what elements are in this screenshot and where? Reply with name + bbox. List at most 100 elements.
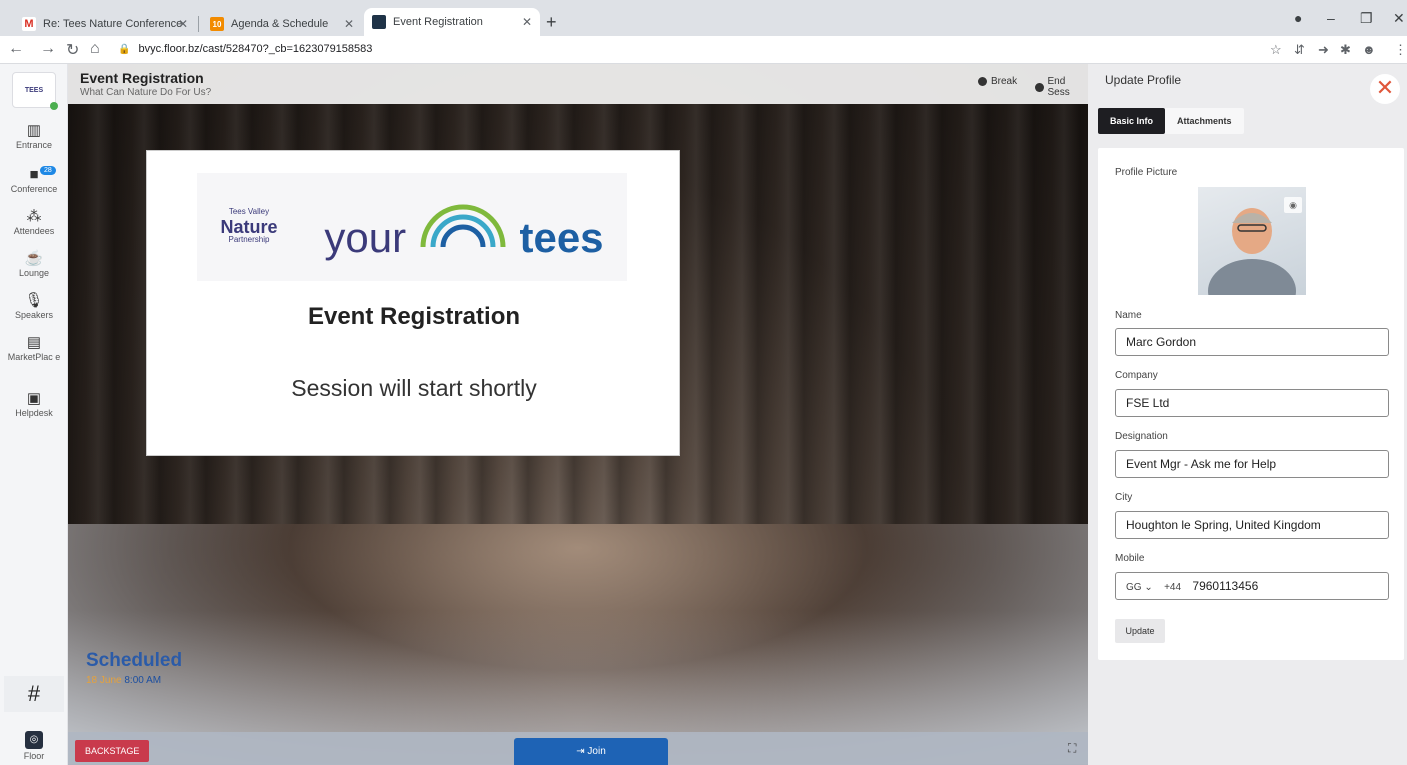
tab-title: Re: Tees Nature Conference - ma bbox=[43, 18, 183, 30]
sidebar-item-attendees[interactable]: ⁂ Attendees bbox=[0, 208, 68, 236]
close-panel-icon[interactable]: ✕ bbox=[1370, 74, 1400, 104]
backstage-button[interactable]: BACKSTAGE bbox=[75, 740, 150, 762]
panel-title: Update Profile bbox=[1105, 73, 1182, 87]
logo-small-text: Tees Valley bbox=[228, 207, 270, 216]
stage-header: Event Registration What Can Nature Do Fo… bbox=[68, 64, 1088, 104]
profile-avatar-icon[interactable]: ☻ bbox=[1362, 42, 1376, 57]
profile-picture[interactable]: ◉ bbox=[1198, 187, 1306, 295]
puzzle-icon[interactable]: ✱ bbox=[1340, 42, 1351, 58]
channels-hash-button[interactable]: # bbox=[4, 676, 64, 712]
fullscreen-icon[interactable]: ⛶ bbox=[1068, 741, 1076, 756]
menu-dots-icon[interactable]: ⋮ bbox=[1394, 42, 1407, 58]
your-tees-logo: your tees bbox=[324, 192, 604, 262]
session-subtitle: What Can Nature Do For Us? bbox=[80, 87, 212, 98]
mobile-number: 7960113456 bbox=[1192, 579, 1259, 593]
designation-label: Designation bbox=[1115, 431, 1168, 442]
stage-footer: BACKSTAGE ⇥ Join ⛶ bbox=[68, 732, 1088, 765]
app-sidebar: TEES ▥ Entrance ■ Conference 28 ⁂ Attend… bbox=[0, 64, 68, 765]
update-button[interactable]: Update bbox=[1115, 619, 1165, 643]
close-tab-icon[interactable]: ✕ bbox=[522, 15, 532, 29]
tab-attachments[interactable]: Attachments bbox=[1165, 108, 1244, 134]
store-icon: ▤ bbox=[26, 334, 42, 351]
name-field[interactable]: Marc Gordon bbox=[1115, 328, 1389, 356]
tab-event-registration[interactable]: Event Registration ✕ bbox=[364, 8, 540, 36]
join-button[interactable]: ⇥ Join bbox=[514, 738, 668, 765]
online-status-dot bbox=[50, 102, 58, 110]
people-icon: ⁂ bbox=[26, 208, 42, 225]
sidebar-item-entrance[interactable]: ▥ Entrance bbox=[0, 122, 68, 150]
close-tab-icon[interactable]: ✕ bbox=[344, 17, 354, 31]
browser-tab-bar: M Re: Tees Nature Conference - ma ✕ 10 A… bbox=[0, 0, 1407, 36]
sidebar-item-lounge[interactable]: ☕ Lounge bbox=[0, 250, 68, 278]
basic-info-form: Profile Picture ◉ Name Marc Gordon Compa… bbox=[1098, 148, 1404, 660]
bookmark-star-icon[interactable]: ☆ bbox=[1270, 42, 1282, 58]
sidebar-item-speakers[interactable]: 🎙 Speakers bbox=[0, 292, 68, 320]
back-icon[interactable]: ← bbox=[8, 40, 24, 58]
session-status: Scheduled bbox=[86, 650, 183, 671]
sidebar-item-label: Helpdesk bbox=[15, 408, 53, 418]
logo-sub-text: Partnership bbox=[228, 235, 270, 244]
gmail-icon: M bbox=[22, 17, 36, 31]
dial-code: +44 bbox=[1164, 582, 1182, 593]
name-label: Name bbox=[1115, 310, 1142, 321]
logo-tees-text: tees bbox=[519, 214, 604, 261]
mobile-field[interactable]: GG ⌄ +44 7960113456 bbox=[1115, 572, 1389, 600]
lounge-icon: ☕ bbox=[24, 250, 44, 267]
sidebar-item-label: Entrance bbox=[15, 140, 53, 150]
url-text: bvyc.floor.bz/cast/528470?_cb=1623079158… bbox=[138, 43, 373, 55]
tab-separator bbox=[198, 16, 199, 32]
minimize-icon[interactable]: – bbox=[1327, 10, 1335, 26]
designation-field[interactable]: Event Mgr - Ask me for Help bbox=[1115, 450, 1389, 478]
conference-count-badge: 28 bbox=[40, 166, 56, 175]
close-window-icon[interactable]: ✕ bbox=[1393, 10, 1405, 27]
country-code-select[interactable]: GG ⌄ bbox=[1126, 582, 1153, 593]
url-field[interactable]: 🔒 bvyc.floor.bz/cast/528470?_cb=16230791… bbox=[118, 43, 372, 55]
mobile-label: Mobile bbox=[1115, 553, 1145, 564]
extension-icon[interactable]: ⇵ bbox=[1294, 42, 1305, 58]
tab-basic-info[interactable]: Basic Info bbox=[1098, 108, 1166, 134]
chevron-down-icon: ⌄ bbox=[1144, 582, 1153, 593]
account-icon[interactable]: ● bbox=[1294, 10, 1302, 26]
sidebar-item-conference[interactable]: ■ Conference bbox=[0, 166, 68, 194]
session-title: Event Registration bbox=[80, 70, 204, 86]
camera-icon[interactable]: ◉ bbox=[1284, 197, 1302, 213]
break-button[interactable]: Break bbox=[978, 76, 1017, 87]
enter-icon: ⇥ bbox=[576, 746, 585, 757]
video-icon: ■ bbox=[29, 166, 39, 183]
screen-title: Event Registration bbox=[307, 303, 521, 330]
floor-label: Floor bbox=[23, 751, 45, 761]
end-session-label: End Sess bbox=[1047, 76, 1070, 98]
floor-button[interactable]: ◎ Floor bbox=[0, 731, 68, 761]
tab-title: Agenda & Schedule bbox=[231, 18, 329, 30]
country-code: GG bbox=[1126, 582, 1142, 593]
home-icon[interactable]: ⌂ bbox=[90, 40, 100, 58]
break-label: Break bbox=[991, 76, 1018, 87]
audience-image bbox=[68, 524, 1088, 764]
logo-your-text: your bbox=[324, 214, 407, 261]
sidebar-item-helpdesk[interactable]: ▣ Helpdesk bbox=[0, 390, 68, 418]
share-arrow-icon[interactable]: ➜ bbox=[1318, 42, 1329, 58]
city-field[interactable]: Houghton le Spring, United Kingdom bbox=[1115, 511, 1389, 539]
new-tab-button[interactable]: + bbox=[546, 12, 557, 33]
sidebar-item-label: Attendees bbox=[13, 226, 55, 236]
company-field[interactable]: FSE Ltd bbox=[1115, 389, 1389, 417]
sidebar-item-label: MarketPlac e bbox=[7, 352, 61, 362]
end-session-button[interactable]: End Sess bbox=[1035, 76, 1088, 98]
forward-icon[interactable]: → bbox=[40, 40, 56, 58]
city-label: City bbox=[1115, 492, 1133, 503]
lock-icon: 🔒 bbox=[118, 43, 131, 55]
session-date: 18 June bbox=[86, 675, 122, 686]
logo-main-text: Nature bbox=[220, 217, 278, 237]
floor-logo-icon: ◎ bbox=[25, 731, 43, 749]
sidebar-item-label: Speakers bbox=[14, 310, 54, 320]
restore-icon[interactable]: ❐ bbox=[1360, 10, 1373, 27]
event-logo[interactable]: TEES bbox=[12, 72, 56, 108]
reload-icon[interactable]: ↻ bbox=[66, 40, 79, 60]
sidebar-item-label: Conference bbox=[10, 184, 58, 194]
session-time: 8:00 AM bbox=[124, 675, 162, 686]
tab-agenda[interactable]: 10 Agenda & Schedule ✕ bbox=[202, 12, 362, 36]
close-tab-icon[interactable]: ✕ bbox=[178, 17, 188, 31]
sidebar-item-label: Lounge bbox=[18, 268, 50, 278]
sidebar-item-marketplace[interactable]: ▤ MarketPlac e bbox=[0, 334, 68, 363]
tab-gmail[interactable]: M Re: Tees Nature Conference - ma ✕ bbox=[14, 12, 196, 36]
